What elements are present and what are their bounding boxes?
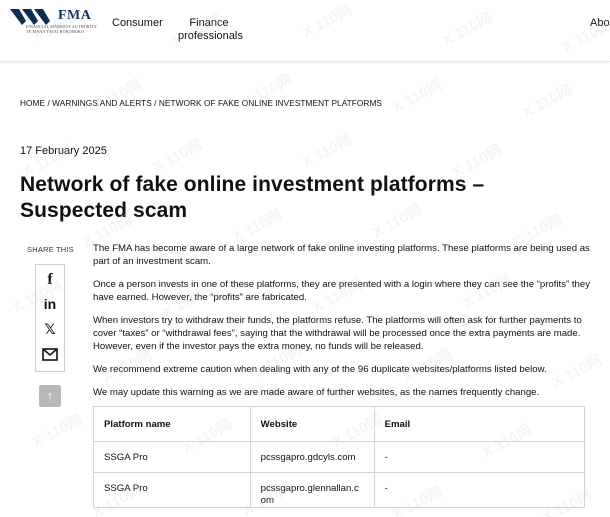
watermark-text: X 110网 — [89, 76, 145, 117]
logo-chevrons-icon — [10, 9, 50, 25]
article-date: 17 February 2025 — [20, 145, 107, 157]
mail-icon[interactable] — [36, 347, 64, 363]
paragraph: When investors try to withdraw their fun… — [93, 315, 582, 352]
breadcrumb-home[interactable]: HOME — [20, 98, 45, 108]
platform-name-cell: SSGA Pro — [93, 472, 251, 508]
column-header: Platform name — [93, 406, 251, 442]
logo-subtitle-line: TE MANA TATAI HOKOHOKO — [26, 28, 85, 34]
column-header: Email — [373, 406, 586, 442]
table-row: SSGA Pro pcssgapro.glennallan.c om - — [93, 472, 586, 508]
share-panel: f in 𝕏 — [35, 264, 65, 372]
platform-name-cell: SSGA Pro — [93, 441, 251, 473]
nav-finance-professionals[interactable]: Finance professionals — [178, 17, 243, 43]
paragraph: The FMA has become aware of a large netw… — [93, 243, 590, 267]
website-cell: pcssgapro.glennallan.c om — [249, 472, 375, 508]
x-icon[interactable]: 𝕏 — [36, 321, 64, 338]
email-cell: - — [373, 472, 586, 508]
breadcrumb-current: NETWORK OF FAKE ONLINE INVESTMENT PLATFO… — [158, 98, 382, 108]
nav-about[interactable]: About — [590, 17, 610, 29]
watermark-text: X 110网 — [519, 81, 575, 122]
watermark-text: X 110网 — [299, 131, 355, 172]
breadcrumb: HOME / WARNINGS AND ALERTS / NETWORK OF … — [20, 98, 382, 108]
table-header-row: Platform name Website Email — [93, 406, 586, 442]
nav-consumer[interactable]: Consumer — [112, 17, 163, 29]
facebook-icon[interactable]: f — [36, 271, 64, 289]
column-header: Website — [249, 406, 375, 442]
watermark-text: X 110网 — [149, 136, 205, 177]
back-to-top-button[interactable]: ↑ — [39, 385, 61, 407]
paragraph: Once a person invests in one of these pl… — [93, 279, 591, 303]
linkedin-icon[interactable]: in — [36, 296, 64, 312]
fma-logo[interactable]: FMA FINANCIAL MARKETS AUTHORITY TE MANA T… — [10, 8, 97, 34]
table-row: SSGA Pro pcssgapro.gdcyls.com - — [93, 441, 586, 473]
site-header: FMA FINANCIAL MARKETS AUTHORITY TE MANA T… — [0, 0, 610, 62]
logo-text: FMA — [58, 8, 92, 23]
watermark-text: X 110网 — [29, 411, 85, 452]
paragraph: We may update this warning as we are mad… — [93, 387, 540, 398]
logo-subtitle: FINANCIAL MARKETS AUTHORITY TE MANA TATAI… — [26, 24, 97, 34]
page-title: Network of fake online investment platfo… — [20, 173, 485, 222]
breadcrumb-warnings[interactable]: WARNINGS AND ALERTS — [52, 98, 152, 108]
website-cell: pcssgapro.gdcyls.com — [249, 441, 375, 473]
paragraph: We recommend extreme caution when dealin… — [93, 364, 547, 375]
email-cell: - — [373, 441, 586, 473]
platforms-table: Platform name Website Email SSGA Pro pcs… — [93, 406, 586, 508]
share-label: SHARE THIS — [27, 245, 74, 254]
breadcrumb-separator: / — [151, 98, 159, 108]
watermark-text: X 110网 — [389, 76, 445, 117]
